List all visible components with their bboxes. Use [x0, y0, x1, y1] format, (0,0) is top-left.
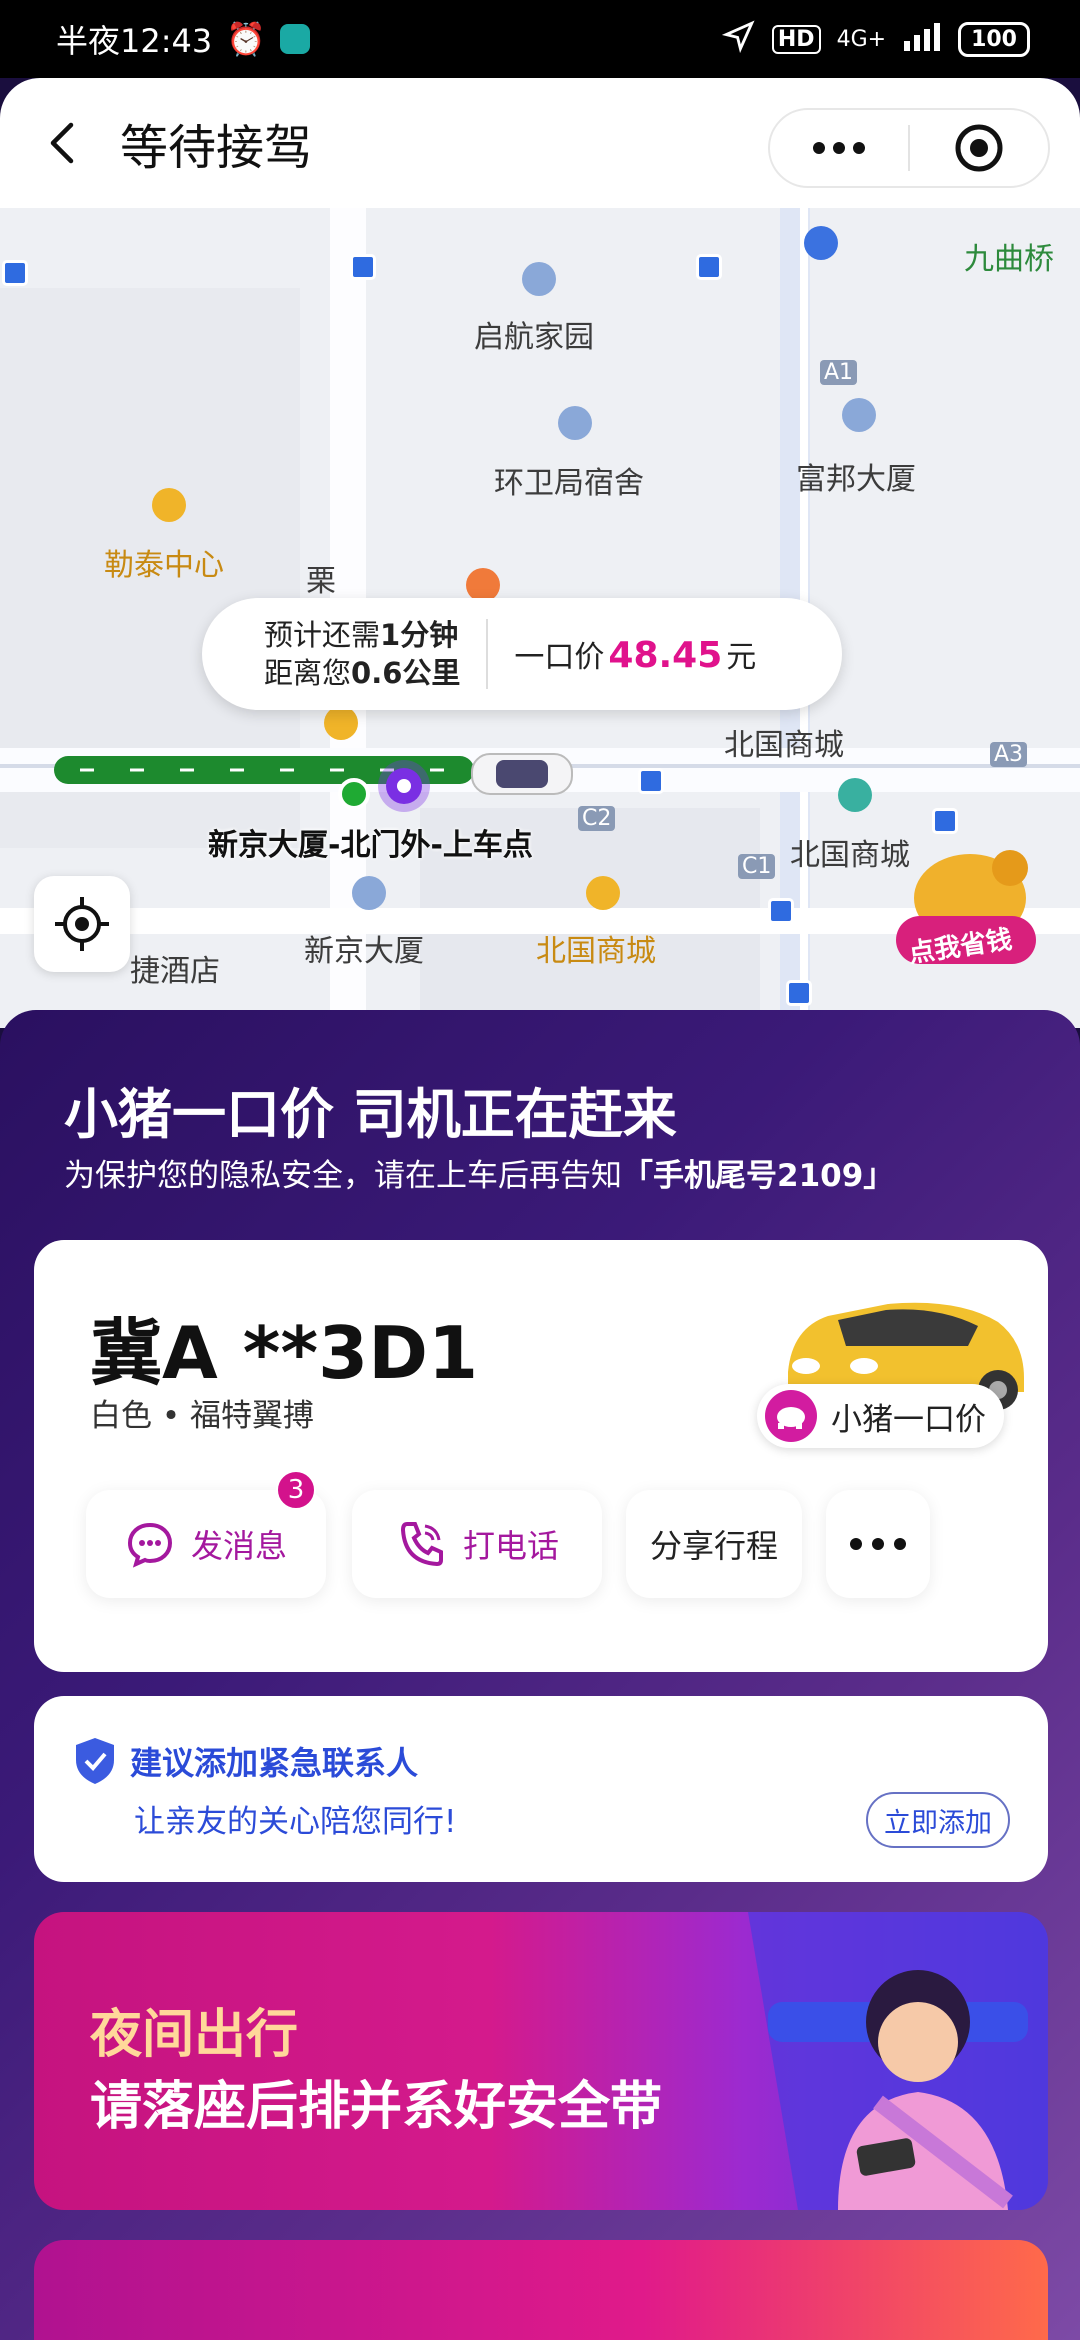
crosshair-icon: [55, 897, 109, 951]
trip-panel: 小猪一口价 司机正在赶来 为保护您的隐私安全，请在上车后再告知「手机尾号2109…: [0, 1010, 1080, 2340]
woman-seatbelt-illustration: [748, 1912, 1048, 2210]
recenter-location-button[interactable]: [34, 876, 130, 972]
status-bar: 半夜12:43 ⏰ HD 4G+ 100: [0, 0, 1080, 78]
back-button[interactable]: [28, 108, 98, 178]
save-money-promo-button[interactable]: 点我省钱: [890, 828, 1040, 978]
emergency-contact-card: 建议添加紧急联系人 让亲友的关心陪您同行! 立即添加: [34, 1696, 1048, 1882]
eta-distance: 0.6公里: [351, 656, 461, 690]
phone-icon: [400, 1522, 443, 1567]
chevron-left-icon: [50, 122, 74, 164]
map-label: 启航家园: [474, 320, 594, 355]
parking-icon: [804, 226, 838, 260]
eta-minutes: 1分钟: [380, 618, 459, 652]
bus-stop-icon: [2, 260, 28, 286]
map-label: 环卫局宿舍: [494, 466, 644, 501]
shield-check-icon: [76, 1738, 114, 1784]
share-trip-button[interactable]: 分享行程: [626, 1490, 802, 1598]
share-trip-label: 分享行程: [649, 1527, 778, 1565]
add-emergency-contact-button[interactable]: 立即添加: [866, 1792, 1010, 1848]
map-label: 北国商城: [724, 728, 844, 763]
alarm-icon: ⏰: [226, 20, 267, 58]
emergency-subtitle: 让亲友的关心陪您同行!: [134, 1804, 457, 1840]
banner-headline: 夜间出行: [90, 2005, 299, 2065]
emergency-title: 建议添加紧急联系人: [130, 1744, 419, 1782]
phone-tail-number: 「手机尾号2109」: [622, 1158, 895, 1194]
map-label: A1: [820, 360, 858, 385]
location-arrow-icon: [721, 19, 756, 59]
map-label: 新京大厦: [304, 934, 424, 969]
fixed-price: 一口价 48.45 元: [514, 635, 757, 676]
panel-title: 小猪一口价 司机正在赶来: [64, 1083, 677, 1146]
map-label: 捷酒店: [130, 954, 220, 989]
promo-banner-partial[interactable]: [34, 2240, 1048, 2340]
map-label: 北国商城: [536, 934, 656, 969]
restaurant-poi-icon: [466, 568, 500, 602]
map-label: A3: [990, 742, 1028, 767]
app-notification-icon: [280, 24, 311, 54]
price-value: 48.45: [608, 635, 723, 676]
map-label: C2: [578, 806, 616, 831]
nav-bar: 等待接驾: [0, 78, 1080, 208]
mini-program-capsule: [768, 108, 1050, 188]
building-poi-icon: [842, 398, 876, 432]
night-safety-banner[interactable]: 夜间出行 请落座后排并系好安全带: [34, 1912, 1048, 2210]
driver-car-card: 冀A **3D1 白色 • 福特翼搏 小猪一口价 发消息 3 打电话 分享行程: [34, 1240, 1048, 1672]
pig-icon: [765, 1390, 817, 1442]
signal-icon: [902, 21, 942, 57]
shopping-poi-icon: [152, 488, 186, 522]
call-driver-label: 打电话: [462, 1527, 559, 1565]
send-message-button[interactable]: 发消息 3: [86, 1470, 326, 1598]
car-description: 白色 • 福特翼搏: [90, 1398, 314, 1434]
more-actions-button[interactable]: [826, 1490, 930, 1598]
residential-poi-icon: [522, 262, 556, 296]
map-label: 富邦大厦: [796, 462, 916, 497]
fixed-price-tag-label: 小猪一口价: [831, 1401, 986, 1438]
unread-message-badge: 3: [276, 1470, 316, 1510]
map-label: C1: [738, 854, 776, 879]
license-plate: 冀A **3D1: [90, 1311, 479, 1395]
action-row: 发消息 3 打电话 分享行程: [86, 1470, 1008, 1600]
map-label: 栗: [306, 564, 336, 599]
pickup-point-label: 新京大厦-北门外-上车点: [208, 828, 533, 863]
residential-poi-icon: [558, 406, 592, 440]
map-label: 勒泰中心: [104, 548, 224, 583]
shopping-poi-icon: [586, 876, 620, 910]
network-label: 4G+: [836, 26, 887, 52]
target-circle-icon: [955, 124, 1003, 172]
send-message-label: 发消息: [190, 1527, 287, 1565]
fixed-price-tag: 小猪一口价: [757, 1384, 1004, 1448]
shopping-poi-icon: [324, 706, 358, 740]
building-poi-icon: [352, 876, 386, 910]
map-view[interactable]: 九曲桥 启航家园 环卫局宿舍 富邦大厦 勒泰中心 栗 北国商城 北国商城 新京大…: [0, 208, 1080, 1028]
call-driver-button[interactable]: 打电话: [352, 1490, 602, 1598]
page-title: 等待接驾: [120, 120, 313, 176]
more-dots-icon: [850, 1538, 906, 1550]
banner-message: 请落座后排并系好安全带: [90, 2077, 663, 2137]
privacy-notice: 为保护您的隐私安全，请在上车后再告知「手机尾号2109」: [64, 1158, 895, 1194]
eta-price-bubble: 预计还需1分钟 距离您0.6公里 一口价 48.45 元: [202, 598, 842, 710]
battery-indicator: 100: [958, 21, 1030, 57]
map-label: 九曲桥: [964, 242, 1054, 277]
bus-stop-icon: [696, 254, 722, 280]
bus-stop-icon: [768, 898, 794, 924]
chat-bubble-icon: [127, 1522, 172, 1568]
more-options-button[interactable]: [770, 142, 908, 154]
close-miniprogram-button[interactable]: [910, 122, 1048, 174]
transit-poi-icon: [838, 778, 872, 812]
bus-stop-icon: [786, 980, 812, 1006]
bus-stop-icon: [638, 768, 664, 794]
hd-icon: HD: [771, 24, 821, 54]
bus-stop-icon: [350, 254, 376, 280]
status-time: 半夜12:43: [56, 22, 213, 60]
